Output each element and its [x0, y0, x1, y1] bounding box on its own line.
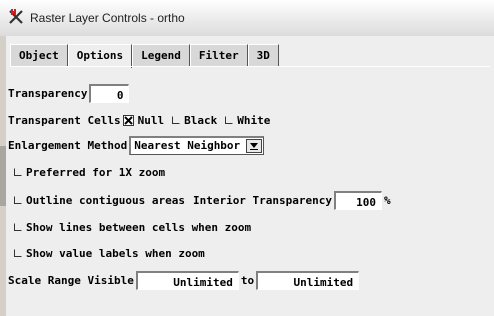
black-label: Black [184, 113, 218, 127]
white-label: White [237, 113, 271, 127]
tab-bar: Object Options Legend Filter 3D [10, 44, 279, 68]
title-bar: Raster Layer Controls - ortho [0, 0, 494, 37]
transparent-cells-label: Transparent Cells [8, 113, 121, 127]
scale-range-row: Scale Range Visible Unlimited to Unlimit… [8, 269, 361, 291]
tab-3d[interactable]: 3D [247, 44, 279, 66]
preferred-1x-checkbox[interactable] [14, 168, 22, 176]
null-checkbox[interactable] [122, 114, 134, 126]
options-panel: Object Options Legend Filter 3D Transpar… [6, 36, 494, 316]
percent-unit: % [384, 193, 391, 207]
show-lines-checkbox[interactable] [14, 223, 22, 231]
scale-min-input[interactable]: Unlimited [135, 270, 239, 290]
tntmips-app-icon [8, 8, 26, 26]
enlargement-label: Enlargement Method [8, 138, 128, 152]
show-values-label: Show value labels when zoom [26, 246, 205, 260]
transparency-label: Transparency [8, 86, 88, 100]
window-title: Raster Layer Controls - ortho [30, 11, 185, 25]
show-values-checkbox[interactable] [14, 249, 22, 257]
null-label: Null [137, 113, 165, 127]
enlargement-method-select[interactable]: Nearest Neighbor [129, 135, 265, 155]
scale-max-input[interactable]: Unlimited [256, 270, 360, 290]
tab-object[interactable]: Object [10, 44, 68, 66]
outline-row: Outline contiguous areas Interior Transp… [8, 189, 391, 211]
transparent-cells-row: Transparent Cells Null Black White [8, 109, 270, 131]
preferred-1x-label: Preferred for 1X zoom [26, 165, 166, 179]
transparency-input[interactable]: 0 [89, 83, 130, 103]
transparency-row: Transparency 0 [8, 82, 131, 104]
tab-filter[interactable]: Filter [189, 44, 248, 66]
enlargement-row: Enlargement Method Nearest Neighbor [8, 134, 265, 156]
outline-label: Outline contiguous areas [26, 193, 185, 207]
white-checkbox[interactable] [225, 116, 234, 124]
dropdown-arrow-icon[interactable] [246, 138, 263, 153]
enlargement-selected: Nearest Neighbor [134, 139, 241, 152]
scale-range-label: Scale Range Visible [8, 273, 134, 287]
show-values-row: Show value labels when zoom [8, 242, 205, 264]
interior-transparency-label: Interior Transparency [192, 193, 333, 207]
black-checkbox[interactable] [172, 116, 181, 124]
tab-legend[interactable]: Legend [132, 44, 190, 66]
to-label: to [240, 273, 255, 287]
tab-divider [10, 66, 490, 67]
show-lines-row: Show lines between cells when zoom [8, 216, 251, 238]
outline-checkbox[interactable] [14, 196, 22, 204]
interior-transparency-input[interactable]: 100 [334, 190, 383, 210]
tab-options[interactable]: Options [67, 44, 133, 68]
show-lines-label: Show lines between cells when zoom [26, 220, 252, 234]
preferred-row: Preferred for 1X zoom [8, 161, 165, 183]
